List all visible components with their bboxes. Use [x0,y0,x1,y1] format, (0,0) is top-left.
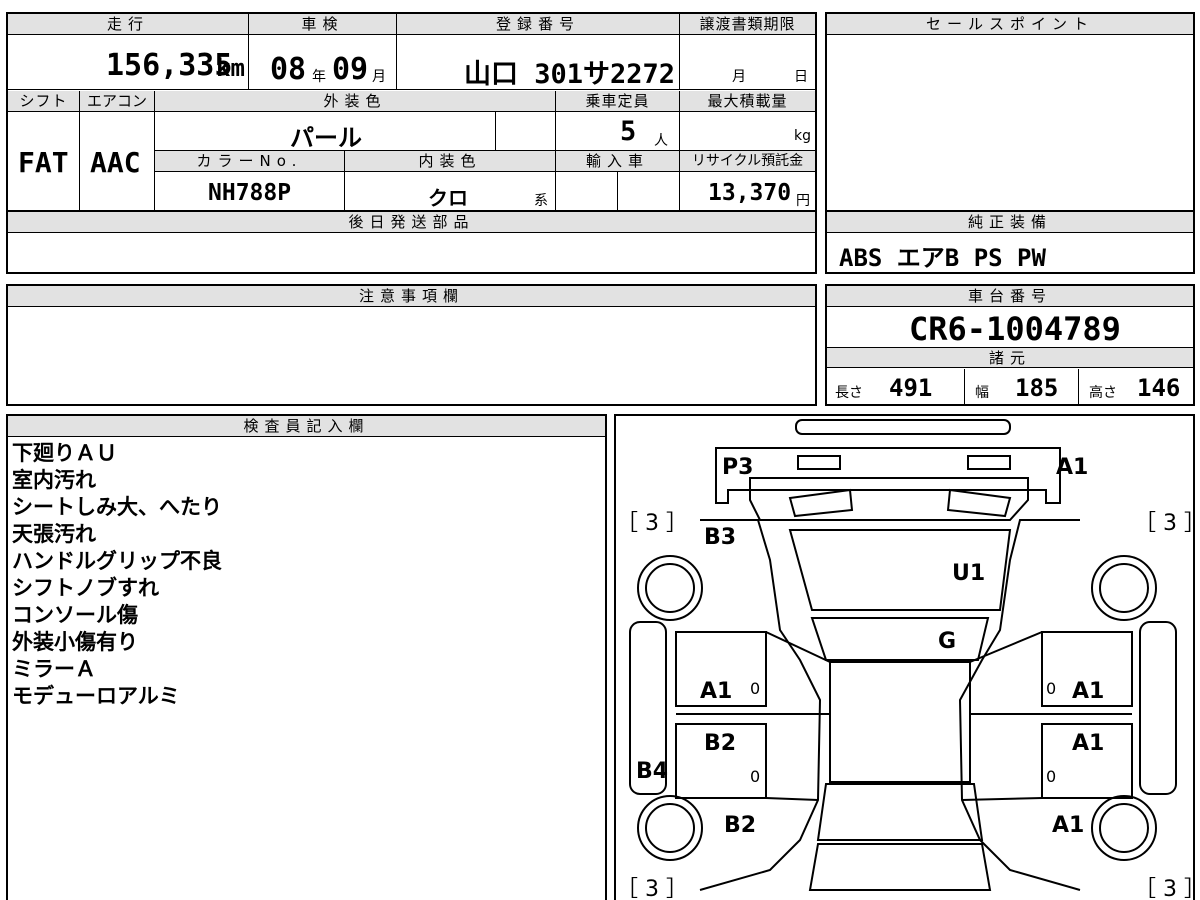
front-bumper [795,419,1011,435]
headlight-right [967,455,1011,470]
damage-label-b3: B3 [704,525,736,550]
tire-depth-rear-right: ［ 3 ］ [1134,877,1200,900]
vent-right [946,488,1012,518]
wheel-rear-right [1091,795,1157,861]
damage-label-a1-right-rear-door: A1 [1072,731,1104,756]
right-side-sill [1139,621,1177,795]
damage-label-b4: B4 [636,759,668,784]
door-handle-mark: 0 [1046,767,1056,786]
damage-label-a1-front-right: A1 [1056,455,1088,480]
door-handle-mark: 0 [750,767,760,786]
rear-window [816,783,984,841]
headlight-left [797,455,841,470]
wheel-front-right [1091,555,1157,621]
car-diagram: P3 A1 B3 U1 G A1 A1 B2 A1 B4 B2 A1 ［ 3 ］… [616,419,1200,900]
damage-label-u1: U1 [952,561,985,586]
damage-label-a1-right-front-door: A1 [1072,679,1104,704]
damage-label-a1-left-front-door: A1 [700,679,732,704]
vent-left [788,488,854,518]
roof [829,661,971,783]
dash [810,617,990,661]
damage-label-a1-right-rear: A1 [1052,813,1084,838]
damage-label-b2-left-rear: B2 [724,813,756,838]
wheel-rear-left [637,795,703,861]
tire-depth-rear-left: ［ 3 ］ [616,877,688,900]
damage-label-b2-left-rear-door: B2 [704,731,736,756]
tire-depth-front-left: ［ 3 ］ [616,511,688,536]
wheel-front-left [637,555,703,621]
door-handle-mark: 0 [1046,679,1056,698]
trunk [808,843,992,891]
door-handle-mark: 0 [750,679,760,698]
tire-depth-front-right: ［ 3 ］ [1134,511,1200,536]
damage-label-g: G [938,629,956,654]
damage-label-p3: P3 [722,455,753,480]
